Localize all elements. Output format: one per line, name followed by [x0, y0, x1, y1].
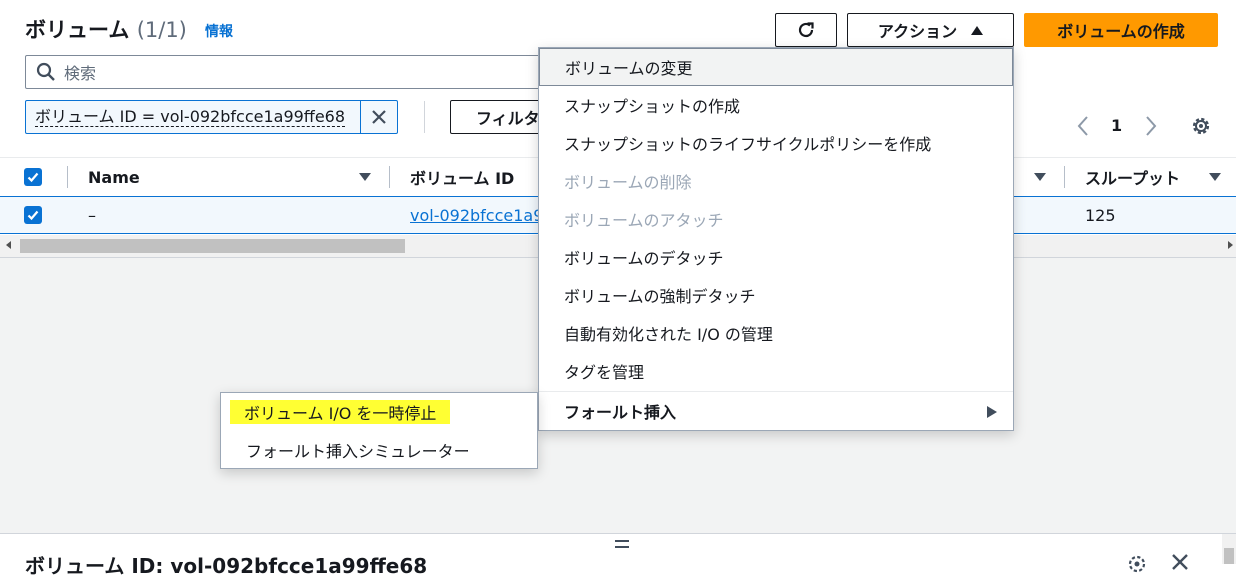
menu-item-force-detach[interactable]: ボリュームの強制デタッチ: [539, 276, 1013, 314]
scrollbar-thumb[interactable]: [20, 239, 405, 253]
sort-caret-icon[interactable]: [1209, 158, 1221, 196]
info-link[interactable]: 情報: [205, 21, 233, 41]
actions-dropdown: ボリュームの変更 スナップショットの作成 スナップショットのライフサイクルポリシ…: [538, 47, 1014, 431]
menu-item-attach-volume: ボリュームのアタッチ: [564, 211, 724, 230]
menu-item-create-lifecycle-policy[interactable]: スナップショットのライフサイクルポリシーを作成: [539, 124, 1013, 162]
menu-item-manage-auto-io[interactable]: 自動有効化された I/O の管理: [539, 314, 1013, 352]
close-icon: [372, 110, 386, 124]
column-header-volume-id[interactable]: ボリューム ID: [410, 158, 514, 196]
search-input[interactable]: 検索: [64, 60, 96, 84]
filter-token[interactable]: ボリューム ID = vol-092bfcce1a99ffe68: [25, 100, 398, 134]
search-box[interactable]: 検索: [25, 55, 550, 89]
check-icon: [27, 210, 39, 221]
actions-button[interactable]: アクション: [847, 13, 1014, 47]
menu-item-create-snapshot[interactable]: スナップショットの作成: [539, 86, 1013, 124]
scrollbar-thumb[interactable]: [1224, 548, 1234, 564]
column-header-name[interactable]: Name: [88, 158, 140, 196]
submenu-item-fault-injection-simulator[interactable]: フォールト挿入シミュレーター: [221, 431, 537, 469]
scroll-right-icon[interactable]: [1228, 241, 1233, 249]
chevron-right-icon[interactable]: [1143, 114, 1159, 138]
column-separator: [67, 166, 68, 188]
close-icon[interactable]: [1170, 552, 1190, 572]
gear-icon[interactable]: [1190, 115, 1212, 137]
remove-filter-button[interactable]: [360, 101, 397, 133]
menu-item-detach-volume[interactable]: ボリュームのデタッチ: [539, 238, 1013, 276]
actions-button-label: アクション: [877, 22, 958, 41]
filter-divider: [424, 101, 425, 133]
split-panel-title: ボリューム ID: vol-092bfcce1a99ffe68: [25, 554, 428, 578]
page-title: ボリューム (1/1): [25, 14, 187, 44]
filter-token-text: ボリューム ID = vol-092bfcce1a99ffe68: [35, 107, 346, 127]
checkbox-checked[interactable]: [24, 168, 42, 186]
filter-token-label[interactable]: ボリューム ID = vol-092bfcce1a99ffe68: [26, 101, 360, 133]
refresh-icon: [798, 22, 814, 38]
menu-group-fault-injection[interactable]: フォールト挿入: [539, 391, 1013, 429]
caret-up-icon: [971, 25, 984, 35]
cell-throughput: 125: [1085, 205, 1116, 225]
submenu-item-pause-volume-io[interactable]: ボリューム I/O を一時停止: [221, 393, 537, 431]
check-icon: [27, 172, 39, 183]
item-count: (1/1): [136, 18, 187, 42]
column-separator: [1064, 166, 1065, 188]
chevron-left-icon[interactable]: [1075, 114, 1091, 138]
gear-icon[interactable]: [1126, 553, 1148, 575]
current-page[interactable]: 1: [1111, 116, 1122, 135]
page-title-text: ボリューム: [25, 18, 130, 42]
refresh-button[interactable]: [775, 13, 837, 47]
column-separator: [389, 166, 390, 188]
column-header-throughput[interactable]: スループット: [1085, 158, 1180, 196]
checkbox-checked[interactable]: [24, 206, 42, 224]
sort-caret-icon[interactable]: [1034, 158, 1046, 196]
fault-injection-submenu: ボリューム I/O を一時停止 フォールト挿入シミュレーター: [220, 392, 538, 469]
drag-handle-icon[interactable]: [614, 538, 630, 550]
row-checkbox[interactable]: [24, 197, 42, 233]
search-icon: [36, 62, 55, 81]
menu-item-delete-volume: ボリュームの削除: [564, 173, 692, 192]
menu-item-modify-volume[interactable]: ボリュームの変更: [539, 48, 1013, 86]
caret-right-icon: [987, 406, 997, 418]
sort-caret-icon[interactable]: [359, 158, 371, 196]
create-volume-button[interactable]: ボリュームの作成: [1024, 13, 1218, 47]
menu-group-label: フォールト挿入: [564, 402, 677, 422]
select-all-checkbox[interactable]: [24, 158, 42, 196]
cell-name: –: [88, 205, 96, 225]
highlighted-label: ボリューム I/O を一時停止: [230, 400, 451, 424]
menu-item-manage-tags[interactable]: タグを管理: [539, 352, 1013, 390]
scroll-left-icon[interactable]: [6, 241, 11, 249]
